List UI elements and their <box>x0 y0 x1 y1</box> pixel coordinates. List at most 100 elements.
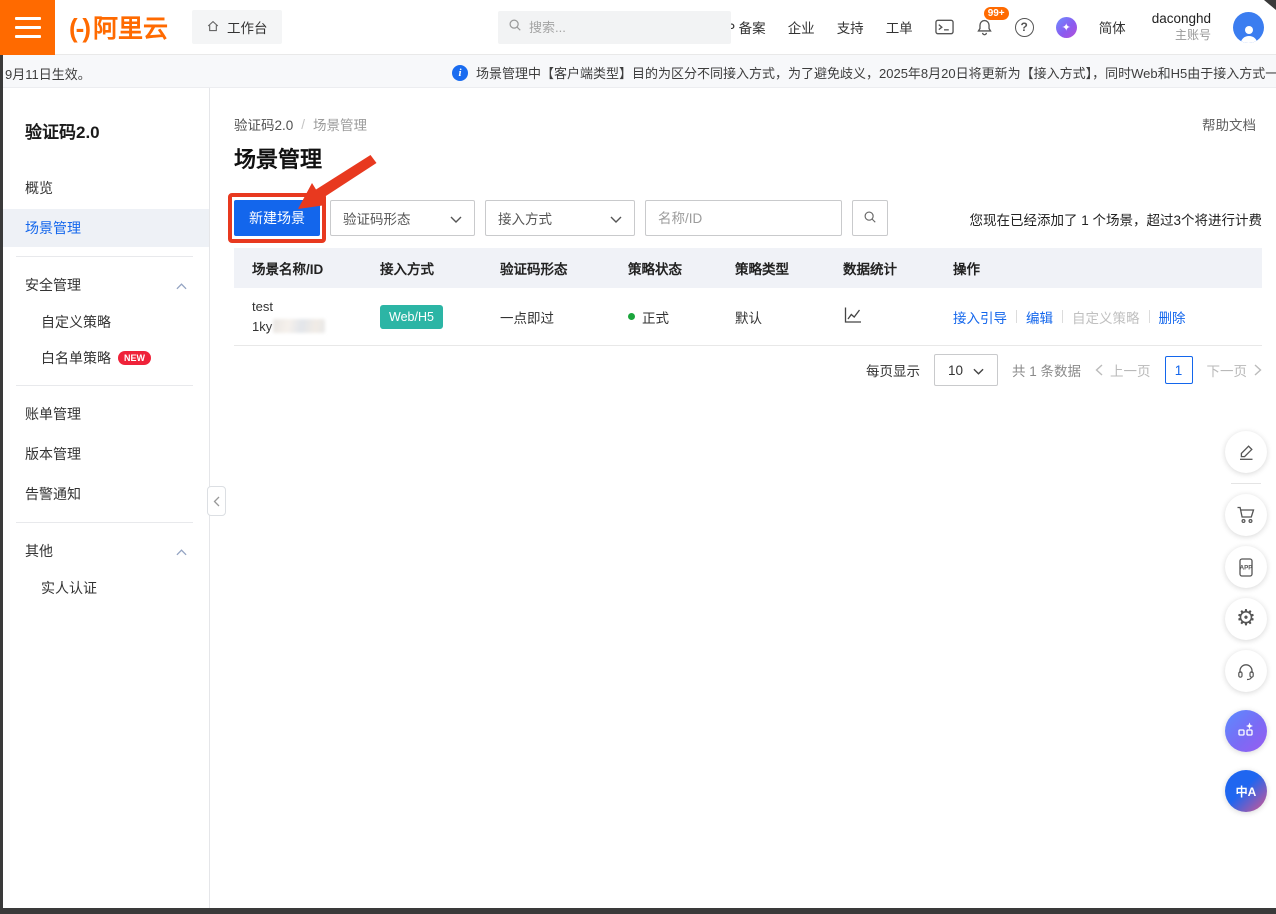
sidebar-divider <box>16 522 193 523</box>
chevron-left-icon <box>1095 364 1103 376</box>
per-page-select[interactable]: 10 <box>934 354 998 386</box>
chevron-down-icon <box>973 363 984 378</box>
chevron-right-icon <box>1254 364 1262 376</box>
sidebar-item-alert-notification[interactable]: 告警通知 <box>0 475 209 513</box>
aliyun-logo-mark: (-) <box>69 13 89 44</box>
product-title: 验证码2.0 <box>0 88 209 143</box>
action-access-guide[interactable]: 接入引导 <box>953 307 1007 327</box>
account-menu[interactable]: daconghd 主账号 <box>1152 11 1211 43</box>
prev-page-button[interactable]: 上一页 <box>1095 360 1151 380</box>
announcement-bar: 9月11日生效。 i 场景管理中【客户端类型】目的为区分不同接入方式，为了避免歧… <box>0 55 1276 88</box>
sidebar-collapse-handle[interactable] <box>207 486 226 516</box>
sidebar-item-overview[interactable]: 概览 <box>0 169 209 207</box>
help-icon[interactable]: ? <box>1015 18 1034 37</box>
workbench-button[interactable]: 工作台 <box>192 10 282 44</box>
nav-item-enterprise[interactable]: 企业 <box>788 17 815 37</box>
breadcrumb-captcha[interactable]: 验证码2.0 <box>234 114 293 134</box>
status-dot <box>628 313 635 320</box>
table-header-row: 场景名称/ID 接入方式 验证码形态 策略状态 策略类型 数据统计 操作 <box>234 248 1262 288</box>
support-headset-icon[interactable] <box>1225 650 1267 692</box>
header-search-input[interactable] <box>529 20 709 35</box>
language-switcher[interactable]: 简体 <box>1099 17 1126 37</box>
app-center-icon[interactable]: ✦ <box>1056 17 1077 38</box>
toolbar: 新建场景 验证码形态 接入方式 <box>234 200 888 236</box>
floating-toolbar: APP ⚙ 中A <box>1224 431 1268 812</box>
new-scene-button[interactable]: 新建场景 <box>234 200 320 236</box>
account-type: 主账号 <box>1175 28 1211 43</box>
settings-gear-icon[interactable]: ⚙ <box>1225 598 1267 640</box>
search-button[interactable] <box>852 200 888 236</box>
chevron-up-icon <box>176 543 187 559</box>
pagination: 每页显示 10 共 1 条数据 上一页 1 下一页 <box>234 352 1262 388</box>
header-nav: 费用 ICP 备案 企业 支持 工单 99+ ? ✦ 简体 daconghd 主… <box>664 11 1276 43</box>
sidebar-item-scene-management[interactable]: 场景管理 <box>0 209 209 247</box>
sidebar-item-real-person-auth[interactable]: 实人认证 <box>0 570 209 606</box>
per-page-label: 每页显示 <box>866 360 920 380</box>
action-delete[interactable]: 删除 <box>1159 307 1186 327</box>
svg-text:APP: APP <box>1240 564 1253 571</box>
chevron-down-icon <box>450 211 462 226</box>
aliyun-logo[interactable]: (-) 阿里云 <box>69 9 168 45</box>
action-edit[interactable]: 编辑 <box>1026 307 1053 327</box>
scene-table: 场景名称/ID 接入方式 验证码形态 策略状态 策略类型 数据统计 操作 tes… <box>234 248 1262 346</box>
avatar[interactable] <box>1233 12 1264 43</box>
breadcrumb-separator: / <box>301 117 305 132</box>
notifications-bell-icon[interactable]: 99+ <box>976 18 993 36</box>
announcement-text: 场景管理中【客户端类型】目的为区分不同接入方式，为了避免歧义，2025年8月20… <box>476 63 1276 82</box>
actions-cell: 接入引导 编辑 自定义策略 删除 <box>953 307 1262 327</box>
ai-assistant-icon[interactable] <box>1225 710 1267 752</box>
top-header: (-) 阿里云 工作台 费用 ICP 备案 企业 支持 工单 <box>0 0 1276 55</box>
sidebar-item-whitelist-policy[interactable]: 白名单策略 NEW <box>0 340 209 376</box>
scene-name: test <box>252 297 380 317</box>
next-page-button[interactable]: 下一页 <box>1207 360 1263 380</box>
cloudshell-terminal-icon[interactable] <box>935 19 954 35</box>
aliyun-console-page: (-) 阿里云 工作台 费用 ICP 备案 企业 支持 工单 <box>0 0 1276 914</box>
scene-name-cell: test 1ky <box>234 297 380 337</box>
sidebar-item-custom-policy[interactable]: 自定义策略 <box>0 304 209 340</box>
hamburger-menu-button[interactable] <box>0 0 55 55</box>
sidebar-group-security[interactable]: 安全管理 <box>0 266 209 304</box>
current-page-button[interactable]: 1 <box>1165 356 1193 384</box>
float-divider <box>1231 483 1261 484</box>
total-count: 共 1 条数据 <box>1012 360 1081 380</box>
statistics-chart-icon[interactable] <box>843 306 953 327</box>
mobile-app-icon[interactable]: APP <box>1225 546 1267 588</box>
status-label: 正式 <box>642 307 669 327</box>
cart-icon[interactable] <box>1225 494 1267 536</box>
new-badge: NEW <box>118 351 151 365</box>
name-id-search-input[interactable] <box>645 200 842 236</box>
col-actions: 操作 <box>953 258 1262 278</box>
notification-count-badge: 99+ <box>984 7 1009 20</box>
header-search[interactable] <box>498 11 731 44</box>
access-mode-badge: Web/H5 <box>380 305 443 329</box>
workbench-label: 工作台 <box>227 17 268 37</box>
col-scene-name: 场景名称/ID <box>234 258 380 278</box>
info-icon: i <box>452 65 468 81</box>
sidebar-divider <box>16 385 193 386</box>
nav-item-tickets[interactable]: 工单 <box>886 17 913 37</box>
sidebar-item-version-management[interactable]: 版本管理 <box>0 435 209 473</box>
aliyun-logo-text: 阿里云 <box>93 9 168 45</box>
search-icon <box>863 210 877 227</box>
translate-icon[interactable]: 中A <box>1225 770 1267 812</box>
col-policy-status: 策略状态 <box>628 258 735 278</box>
action-custom-policy: 自定义策略 <box>1072 307 1140 327</box>
breadcrumb-scene-management: 场景管理 <box>313 114 367 134</box>
scene-quota-note: 您现在已经添加了 1 个场景，超过3个将进行计费 <box>969 209 1262 229</box>
feedback-pencil-icon[interactable] <box>1225 431 1267 473</box>
captcha-form-value: 一点即过 <box>500 307 628 327</box>
policy-type-value: 默认 <box>735 307 843 327</box>
access-mode-filter-select[interactable]: 接入方式 <box>485 200 635 236</box>
home-icon <box>206 19 220 36</box>
sidebar-item-billing-management[interactable]: 账单管理 <box>0 395 209 433</box>
scene-id: 1ky <box>252 319 272 334</box>
col-captcha-form: 验证码形态 <box>500 258 628 278</box>
sidebar: 验证码2.0 概览 场景管理 安全管理 自定义策略 白名单策略 NEW 账单管理… <box>0 88 210 908</box>
captcha-form-filter-select[interactable]: 验证码形态 <box>330 200 475 236</box>
nav-item-support[interactable]: 支持 <box>837 17 864 37</box>
help-doc-link[interactable]: 帮助文档 <box>1202 114 1256 134</box>
sidebar-group-others[interactable]: 其他 <box>0 532 209 570</box>
redacted-id-blur <box>273 319 325 333</box>
breadcrumb: 验证码2.0 / 场景管理 <box>234 114 367 134</box>
action-separator <box>1149 310 1150 323</box>
